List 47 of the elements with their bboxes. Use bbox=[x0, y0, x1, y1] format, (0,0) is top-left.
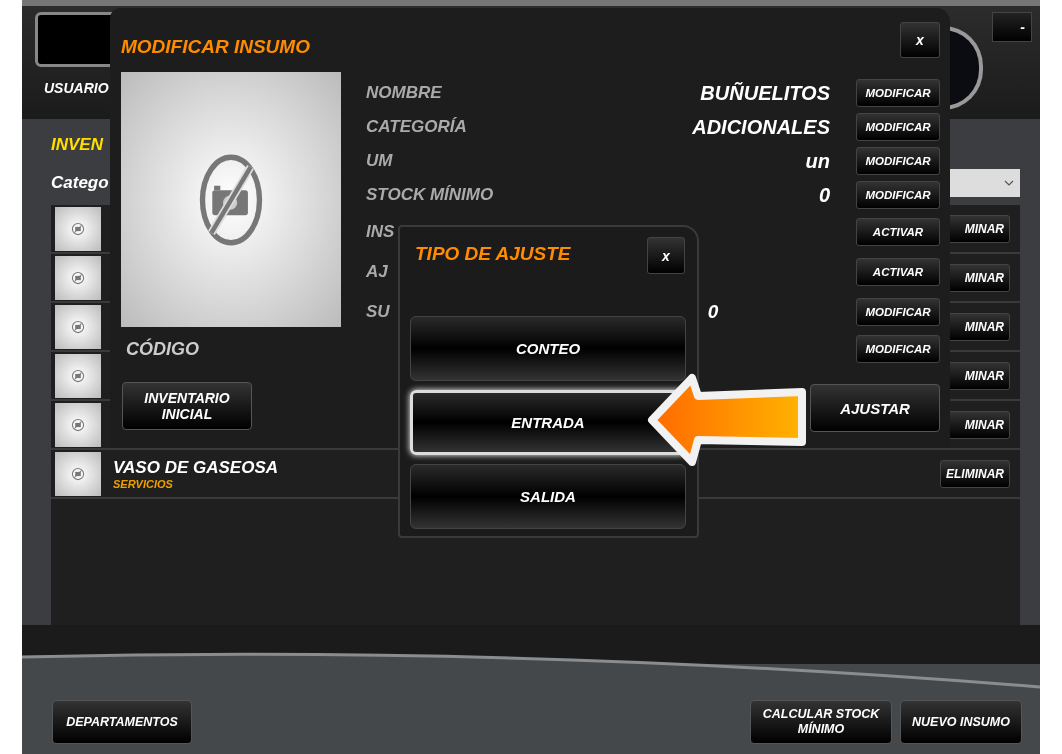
field-button[interactable]: MODIFICAR bbox=[856, 335, 940, 363]
no-photo-icon bbox=[71, 319, 85, 334]
no-photo-icon bbox=[71, 270, 85, 285]
field-button[interactable]: MODIFICAR bbox=[856, 298, 940, 326]
item-name: VASO DE GASEOSA bbox=[113, 457, 279, 478]
minimize-button[interactable]: - bbox=[992, 12, 1032, 42]
footer-button[interactable]: NUEVO INSUMO bbox=[900, 700, 1022, 745]
code-label: CÓDIGO bbox=[126, 339, 199, 360]
no-photo-icon bbox=[71, 221, 85, 236]
no-photo-icon bbox=[71, 466, 85, 481]
field-label: SU bbox=[366, 302, 390, 322]
field-value: ADICIONALES bbox=[692, 115, 830, 139]
field-value: 0 bbox=[818, 183, 830, 207]
chevron-icon bbox=[1004, 180, 1014, 187]
field-button[interactable]: ACTIVAR bbox=[856, 258, 940, 286]
dialog-title: TIPO DE AJUSTE bbox=[415, 243, 571, 265]
item-category: SERVICIOS bbox=[113, 477, 174, 490]
dialog-title: MODIFICAR INSUMO bbox=[121, 36, 310, 58]
field-button[interactable]: MODIFICAR bbox=[856, 147, 940, 175]
field-label: UM bbox=[366, 151, 393, 171]
field-label: STOCK MÍNIMO bbox=[366, 185, 494, 205]
no-photo-icon bbox=[71, 417, 85, 432]
field-button[interactable]: MODIFICAR bbox=[856, 79, 940, 107]
adjust-button[interactable]: AJUSTAR bbox=[810, 384, 940, 432]
footer-button[interactable]: DEPARTAMENTOS bbox=[52, 700, 192, 745]
field-value: BUÑUELITOS bbox=[700, 81, 830, 105]
initial-inventory-button[interactable]: INVENTARIO INICIAL bbox=[122, 382, 252, 430]
adjust-option-button[interactable]: SALIDA bbox=[410, 464, 686, 529]
user-label: USUARIO bbox=[44, 80, 109, 96]
field-value: un bbox=[805, 149, 830, 173]
field-button[interactable]: MODIFICAR bbox=[856, 181, 940, 209]
field-label: AJ bbox=[366, 262, 388, 282]
field-label: NOMBRE bbox=[366, 83, 442, 103]
close-button[interactable]: x bbox=[900, 22, 940, 58]
category-label: Catego bbox=[51, 173, 109, 194]
field-button[interactable]: ACTIVAR bbox=[856, 218, 940, 246]
inventory-title: INVEN bbox=[51, 135, 105, 156]
sort-dropdown[interactable] bbox=[950, 169, 1020, 198]
field-value: 0 bbox=[707, 301, 719, 323]
footer-button[interactable]: CALCULAR STOCK MÍNIMO bbox=[750, 700, 892, 745]
no-photo-icon bbox=[71, 368, 85, 383]
field-button[interactable]: MODIFICAR bbox=[856, 113, 940, 141]
close-button[interactable]: x bbox=[647, 237, 685, 274]
field-label: CATEGORÍA bbox=[366, 117, 467, 137]
field-label: INS bbox=[366, 222, 395, 242]
delete-button[interactable]: ELIMINAR bbox=[940, 459, 1010, 488]
adjust-option-button[interactable]: CONTEO bbox=[410, 316, 686, 381]
